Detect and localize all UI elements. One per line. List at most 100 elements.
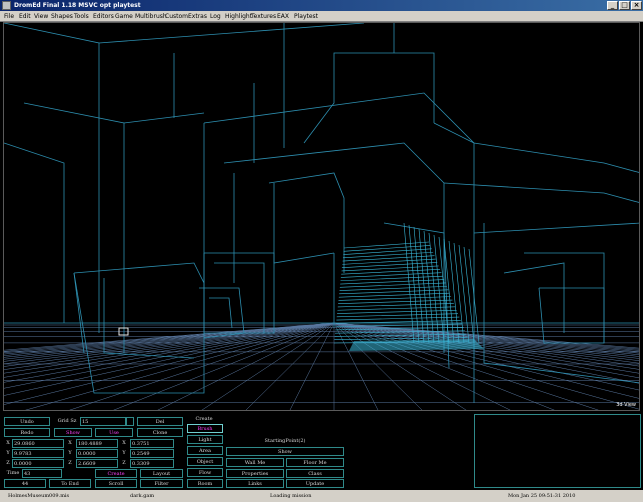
stair-rail [428,232,440,344]
pos-z-field[interactable]: 0.0000 [12,459,64,468]
brush-outline [483,223,639,384]
redo-button[interactable]: Redo [4,428,50,437]
menu-shapes[interactable]: Shapes [51,11,73,22]
to-end-button[interactable]: To End [49,479,91,488]
stair-step [338,292,450,298]
brush-outline [273,183,335,264]
stair-rail [413,226,425,344]
status-gamesys: dark.gam [130,493,155,499]
menu-bar: File Edit View Shapes Tools Editors Game… [0,11,643,22]
size-z-field[interactable]: 2.6609 [76,459,118,468]
rot-y-label: Y [122,450,126,456]
brush-outline [203,252,275,334]
create-header: Create [195,416,213,422]
filter-button[interactable]: Filter [140,479,183,488]
stair-rail [463,246,475,344]
size-x-field[interactable]: 180.4889 [76,439,118,448]
grid-size-spinner[interactable] [126,417,134,426]
links-button[interactable]: Links [226,479,284,488]
delete-button[interactable]: Del [137,417,183,426]
brush-outline [443,182,639,203]
stair-rail [458,244,470,344]
properties-button[interactable]: Properties [226,469,284,478]
close-button[interactable]: × [631,1,642,10]
menu-highlight[interactable]: Highlight [225,11,252,22]
status-mission: HolmesMuseum009.mis [8,493,70,499]
brush-mode-button[interactable]: Brush [187,424,223,433]
rot-z-field[interactable]: 0.3309 [130,459,174,468]
object-mode-button[interactable]: Object [187,457,223,466]
wireframe-scene [4,23,639,410]
pos-z-label: Z [6,460,10,466]
stair-step [337,303,454,308]
scroll-button[interactable]: Scroll [95,479,137,488]
room-mode-button[interactable]: Room [187,479,223,488]
size-y-field[interactable]: 0.0000 [76,449,118,458]
maximize-button[interactable]: □ [619,1,630,10]
menu-tools[interactable]: Tools [74,11,89,22]
brush-outline [199,287,245,339]
grid-size-label: Grid Sz [57,418,77,424]
floor-grid [4,322,639,410]
brush-outline [268,172,345,273]
brush-outline [4,23,100,333]
size-y-label: Y [68,450,72,456]
time-field[interactable]: 43 [22,469,62,478]
status-bar: HolmesMuseum009.mis dark.gam Loading mis… [0,490,643,502]
wall-me-button[interactable]: Wall Me [226,458,284,467]
pos-y-field[interactable]: 9.9783 [12,449,64,458]
rot-x-field[interactable]: 0.3751 [130,439,174,448]
menu-game[interactable]: Game [115,11,133,22]
stair-floor [349,339,484,351]
stair-step [343,245,431,252]
pos-y-label: Y [6,450,10,456]
brush-outline [98,23,365,44]
show-properties-button[interactable]: Show [226,447,344,456]
layout-button[interactable]: Layout [140,469,183,478]
update-button[interactable]: Update [286,479,344,488]
brush-outline [123,112,205,124]
brush-outline [203,92,475,403]
menu-edit[interactable]: Edit [19,11,31,22]
stair-step [339,286,447,291]
object-name-label: StartingPoint(2) [264,438,306,444]
menu-file[interactable]: File [4,11,14,22]
menu-multibrush[interactable]: Multibrush [135,11,167,22]
brush-outline [209,297,233,329]
minimize-button[interactable]: _ [607,1,618,10]
pos-x-field[interactable]: 29.0860 [12,439,64,448]
menu-eax[interactable]: EAX [277,11,289,22]
show-button[interactable]: Show [54,428,92,437]
status-message: Loading mission [270,493,312,499]
menu-view[interactable]: View [34,11,48,22]
clone-button[interactable]: Clone [137,428,183,437]
create-button[interactable]: Create [95,469,137,478]
use-button[interactable]: Use [95,428,133,437]
menu-extras[interactable]: Extras [188,11,207,22]
stair-floor-patch [349,339,484,351]
brush-outline [73,262,205,394]
menu-log[interactable]: Log [210,11,221,22]
light-mode-button[interactable]: Light [187,435,223,444]
grid-size-field[interactable]: 15 [80,417,126,426]
brush-outline [73,272,85,354]
rot-y-field[interactable]: 0.2549 [130,449,174,458]
menu-textures[interactable]: Textures [251,11,276,22]
menu-playtest[interactable]: Playtest [294,11,318,22]
stair-step [342,255,435,262]
menu-editors[interactable]: Editors [93,11,114,22]
3d-viewport[interactable]: 3d View [3,22,640,411]
undo-button[interactable]: Undo [4,417,50,426]
area-mode-button[interactable]: Area [187,446,223,455]
stair-step [343,241,430,249]
brush-count-display: 44 [4,479,46,488]
flow-mode-button[interactable]: Flow [187,468,223,477]
stair-step [336,313,458,318]
class-button[interactable]: Class [286,469,344,478]
app-icon[interactable] [2,1,11,10]
view-label: 3d View [616,402,636,408]
mini-preview-panel[interactable] [474,414,641,488]
menu-custom[interactable]: Custom [165,11,188,22]
floor-me-button[interactable]: Floor Me [286,458,344,467]
rot-z-label: Z [122,460,126,466]
